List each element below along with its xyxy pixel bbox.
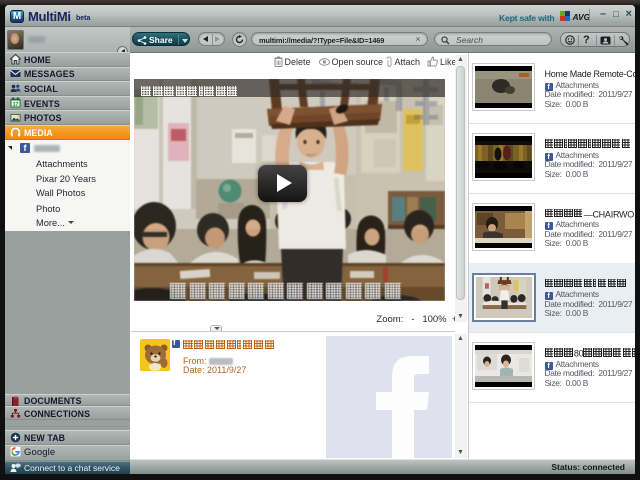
svg-text:17: 17 [12,102,18,108]
